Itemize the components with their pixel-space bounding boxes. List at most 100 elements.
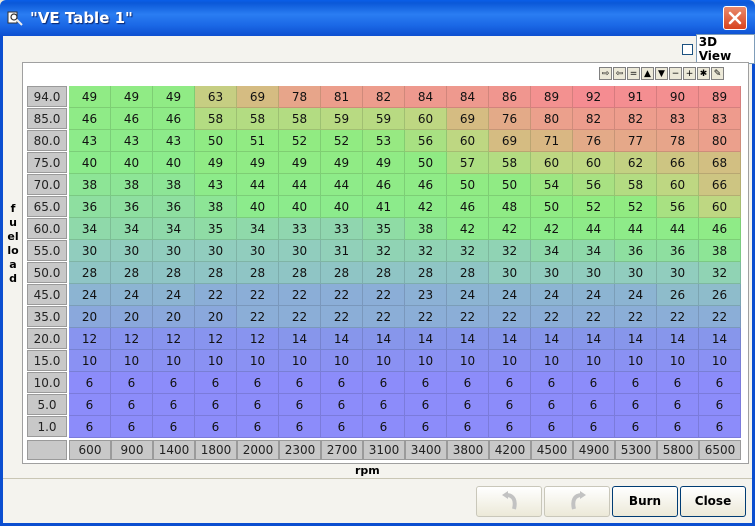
column-header[interactable]: 3100 [363,440,405,460]
table-cell[interactable]: 26 [699,284,741,306]
table-cell[interactable]: 30 [573,262,615,284]
table-cell[interactable]: 28 [153,262,195,284]
table-cell[interactable]: 6 [447,394,489,416]
column-header[interactable]: 3800 [447,440,489,460]
table-cell[interactable]: 6 [657,416,699,438]
table-cell[interactable]: 59 [363,108,405,130]
toolbar-set-equal-button[interactable]: = [627,67,640,80]
table-cell[interactable]: 38 [195,196,237,218]
table-cell[interactable]: 6 [363,416,405,438]
table-cell[interactable]: 6 [69,416,111,438]
row-header[interactable]: 45.0 [27,284,67,305]
row-header[interactable]: 15.0 [27,350,67,371]
column-header[interactable]: 4200 [489,440,531,460]
table-cell[interactable]: 43 [195,174,237,196]
table-cell[interactable]: 20 [153,306,195,328]
table-cell[interactable]: 30 [279,240,321,262]
table-cell[interactable]: 35 [363,218,405,240]
table-cell[interactable]: 40 [237,196,279,218]
table-cell[interactable]: 6 [615,416,657,438]
table-cell[interactable]: 6 [321,416,363,438]
table-cell[interactable]: 49 [69,86,111,108]
table-cell[interactable]: 46 [153,108,195,130]
table-cell[interactable]: 32 [447,240,489,262]
table-cell[interactable]: 30 [657,262,699,284]
window-close-button[interactable] [723,6,747,30]
table-cell[interactable]: 24 [615,284,657,306]
table-cell[interactable]: 52 [321,130,363,152]
row-header[interactable]: 94.0 [27,86,67,107]
table-cell[interactable]: 60 [573,152,615,174]
table-cell[interactable]: 6 [573,372,615,394]
table-cell[interactable]: 78 [279,86,321,108]
table-cell[interactable]: 10 [447,350,489,372]
table-cell[interactable]: 22 [237,306,279,328]
row-header[interactable]: 70.0 [27,174,67,195]
table-cell[interactable]: 52 [615,196,657,218]
table-cell[interactable]: 60 [699,196,741,218]
table-cell[interactable]: 63 [195,86,237,108]
table-cell[interactable]: 6 [279,416,321,438]
table-cell[interactable]: 6 [573,416,615,438]
table-cell[interactable]: 22 [657,306,699,328]
table-cell[interactable]: 58 [237,108,279,130]
table-cell[interactable]: 38 [699,240,741,262]
row-header[interactable]: 1.0 [27,416,67,437]
table-cell[interactable]: 54 [531,174,573,196]
table-cell[interactable]: 6 [489,372,531,394]
table-cell[interactable]: 12 [153,328,195,350]
table-cell[interactable]: 34 [69,218,111,240]
table-cell[interactable]: 14 [573,328,615,350]
table-cell[interactable]: 28 [195,262,237,284]
table-cell[interactable]: 6 [573,394,615,416]
table-cell[interactable]: 24 [153,284,195,306]
table-cell[interactable]: 71 [531,130,573,152]
table-cell[interactable]: 69 [237,86,279,108]
table-cell[interactable]: 38 [111,174,153,196]
table-cell[interactable]: 24 [447,284,489,306]
table-cell[interactable]: 6 [657,372,699,394]
row-header[interactable]: 35.0 [27,306,67,327]
toolbar-shift-left-button[interactable]: ⇦ [613,67,626,80]
table-cell[interactable]: 58 [195,108,237,130]
redo-button[interactable] [544,486,610,517]
table-cell[interactable]: 35 [195,218,237,240]
table-cell[interactable]: 51 [237,130,279,152]
table-cell[interactable]: 69 [447,108,489,130]
table-cell[interactable]: 22 [279,284,321,306]
table-cell[interactable]: 49 [279,152,321,174]
table-cell[interactable]: 46 [447,196,489,218]
table-cell[interactable]: 10 [111,350,153,372]
table-cell[interactable]: 6 [657,394,699,416]
table-cell[interactable]: 30 [237,240,279,262]
table-cell[interactable]: 43 [69,130,111,152]
table-cell[interactable]: 43 [111,130,153,152]
row-header[interactable]: 50.0 [27,262,67,283]
table-cell[interactable]: 44 [237,174,279,196]
row-header[interactable]: 85.0 [27,108,67,129]
table-cell[interactable]: 6 [447,372,489,394]
table-cell[interactable]: 44 [321,174,363,196]
table-cell[interactable]: 22 [615,306,657,328]
column-header[interactable]: 2000 [237,440,279,460]
row-header[interactable]: 55.0 [27,240,67,261]
table-cell[interactable]: 6 [153,394,195,416]
row-header[interactable]: 20.0 [27,328,67,349]
table-cell[interactable]: 6 [699,394,741,416]
table-cell[interactable]: 6 [531,416,573,438]
table-cell[interactable]: 52 [279,130,321,152]
table-cell[interactable]: 46 [405,174,447,196]
burn-button[interactable]: Burn [612,486,678,517]
table-cell[interactable]: 6 [195,416,237,438]
table-cell[interactable]: 58 [279,108,321,130]
table-cell[interactable]: 10 [321,350,363,372]
table-cell[interactable]: 83 [657,108,699,130]
table-cell[interactable]: 22 [699,306,741,328]
table-cell[interactable]: 20 [69,306,111,328]
3d-view-toggle[interactable]: 3D View [682,34,755,64]
table-cell[interactable]: 49 [195,152,237,174]
table-cell[interactable]: 22 [405,306,447,328]
table-cell[interactable]: 30 [153,240,195,262]
3d-view-checkbox[interactable] [682,43,693,55]
table-cell[interactable]: 84 [447,86,489,108]
